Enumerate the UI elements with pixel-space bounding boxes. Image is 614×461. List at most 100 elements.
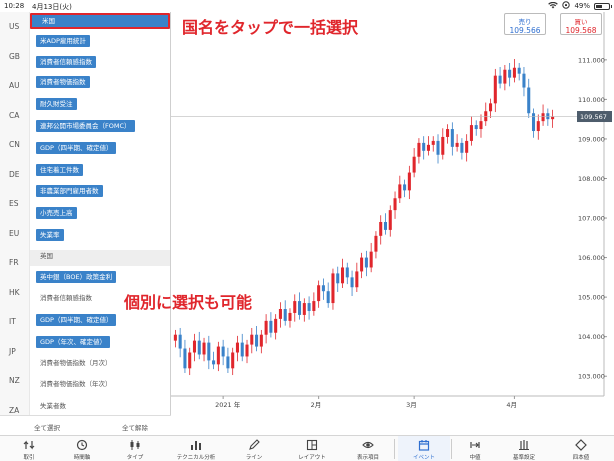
indicator-item[interactable]: 住宅着工件数 <box>36 164 83 176</box>
clock-icon <box>58 439 106 453</box>
indicator-item[interactable]: 耐久財受注 <box>36 98 77 110</box>
select-all-button[interactable]: 全て選択 <box>34 422 60 432</box>
candle-body <box>216 346 220 365</box>
candle-body <box>326 291 330 304</box>
indicator-item[interactable]: 消費者信頼感指数 <box>36 292 96 304</box>
candle-body <box>489 103 493 112</box>
toolbar-bar-chart-button[interactable]: テクニカル分析 <box>166 436 226 461</box>
current-price-label: 109.567 <box>580 113 607 121</box>
country-code-cn[interactable]: CN <box>9 140 20 149</box>
sell-price: 109.566 <box>509 26 541 35</box>
indicator-item[interactable]: 消費者信頼感指数 <box>36 56 96 68</box>
bottom-toolbar: 取引 時間軸 タイプ テクニカル分析 ライン レイアウト 表示項目 イベント 中値 基準設定 四本値 <box>0 435 614 461</box>
candle-body <box>302 303 306 315</box>
candle-body <box>422 142 426 151</box>
layout-icon <box>286 439 338 453</box>
candle-body <box>274 318 278 333</box>
x-tick-label: 2021 年 <box>215 400 241 409</box>
indicator-item[interactable]: 失業率 <box>36 229 64 241</box>
country-code-za[interactable]: ZA <box>9 406 19 415</box>
country-code-ca[interactable]: CA <box>9 111 19 120</box>
indicator-item[interactable]: 小売売上高 <box>36 207 77 219</box>
country-code-gb[interactable]: GB <box>9 52 20 61</box>
indicator-item[interactable]: 消費者物価指数 <box>36 76 90 88</box>
toolbar-layout-button[interactable]: レイアウト <box>286 436 338 461</box>
toolbar-label: ライン <box>245 455 263 461</box>
candle-body <box>403 184 407 191</box>
toolbar-settings-button[interactable]: 基準設定 <box>499 436 549 461</box>
indicator-item[interactable]: 米ADP雇用統計 <box>36 35 90 47</box>
candle-body <box>255 334 259 347</box>
indicator-item[interactable]: GDP（年次、確定値） <box>36 336 110 348</box>
candle-body <box>517 67 521 74</box>
ohlc-icon <box>552 439 610 453</box>
calendar-icon <box>398 439 450 453</box>
candle-body <box>417 142 421 157</box>
toolbar-trade-arrows-button[interactable]: 取引 <box>4 436 54 461</box>
toolbar-clock-button[interactable]: 時間軸 <box>58 436 106 461</box>
country-code-it[interactable]: IT <box>9 317 16 326</box>
candle-body <box>317 285 321 302</box>
y-tick-label: 106.000 <box>578 254 605 262</box>
candle-body <box>245 344 249 357</box>
candle-body <box>250 334 254 345</box>
candle-body <box>221 346 225 357</box>
country-code-eu[interactable]: EU <box>9 229 19 238</box>
country-code-fr[interactable]: FR <box>9 258 19 267</box>
sell-quote-button[interactable]: 売り 109.566 <box>504 13 546 35</box>
toolbar-calendar-button[interactable]: イベント <box>398 436 450 461</box>
country-group-item[interactable]: 英国 <box>30 250 170 266</box>
deselect-all-button[interactable]: 全て解除 <box>122 422 148 432</box>
candle-body <box>431 140 435 145</box>
candle-body <box>235 342 239 353</box>
y-tick-label: 109.000 <box>578 135 605 143</box>
toolbar-label: 中値 <box>469 455 481 461</box>
country-code-us[interactable]: US <box>9 22 19 31</box>
toolbar-ohlc-button[interactable]: 四本値 <box>552 436 610 461</box>
candle-body <box>441 136 445 155</box>
candle-body <box>355 271 359 288</box>
candle-body <box>350 277 354 288</box>
candle-body <box>298 301 302 315</box>
country-code-es[interactable]: ES <box>9 199 19 208</box>
indicator-item[interactable]: 失業者数 <box>36 400 70 412</box>
candlestick-chart-svg[interactable]: 103.000 104.000 105.000 106.000 107.000 108.0… <box>171 12 614 415</box>
toolbar-candlestick-button[interactable]: タイプ <box>110 436 160 461</box>
candle-body <box>541 113 545 122</box>
country-code-hk[interactable]: HK <box>9 288 20 297</box>
candle-body <box>269 320 273 333</box>
toolbar-pen-button[interactable]: ライン <box>228 436 280 461</box>
candle-body <box>188 352 192 369</box>
price-chart[interactable]: 103.000 104.000 105.000 106.000 107.000 108.0… <box>171 12 614 415</box>
country-code-au[interactable]: AU <box>9 81 20 90</box>
event-indicator-list: 米国米ADP雇用統計 消費者信頼感指数 消費者物価指数 耐久財受注連邦公開市場委員会（… <box>30 12 171 415</box>
buy-quote-button[interactable]: 買い 109.568 <box>560 13 602 35</box>
country-code-jp[interactable]: JP <box>9 347 16 356</box>
indicator-item[interactable]: GDP（四半期、確定値） <box>36 142 117 154</box>
indicator-item[interactable]: 連邦公開市場委員会（FOMC） <box>36 120 135 132</box>
candle-body <box>278 308 282 319</box>
toolbar-eye-button[interactable]: 表示項目 <box>342 436 394 461</box>
indicator-item[interactable]: GDP（四半期、確定値） <box>36 314 117 326</box>
candle-body <box>207 342 211 361</box>
country-code-nz[interactable]: NZ <box>9 376 20 385</box>
indicator-item[interactable]: 消費者物価指数（年次） <box>36 378 116 390</box>
candle-body <box>340 267 345 284</box>
candle-body <box>374 235 378 252</box>
toolbar-mid-price-button[interactable]: 中値 <box>455 436 495 461</box>
country-code-de[interactable]: DE <box>9 170 20 179</box>
candle-body <box>202 342 206 355</box>
status-date: 4月13日(火) <box>32 3 72 11</box>
indicator-item[interactable]: 非農業部門雇用者数 <box>36 185 103 197</box>
country-group-item[interactable]: 米国 <box>30 13 170 29</box>
candle-body <box>336 273 340 284</box>
candle-body <box>551 116 555 120</box>
indicator-item[interactable]: 消費者物価指数（月次） <box>36 357 116 369</box>
trade-arrows-icon <box>4 439 54 453</box>
candle-body <box>498 75 502 84</box>
pen-icon <box>228 439 280 453</box>
candle-body <box>369 251 373 268</box>
indicator-item[interactable]: 英中銀（BOE）政策金利 <box>36 271 117 283</box>
candle-body <box>450 129 454 147</box>
candle-body <box>312 301 316 311</box>
